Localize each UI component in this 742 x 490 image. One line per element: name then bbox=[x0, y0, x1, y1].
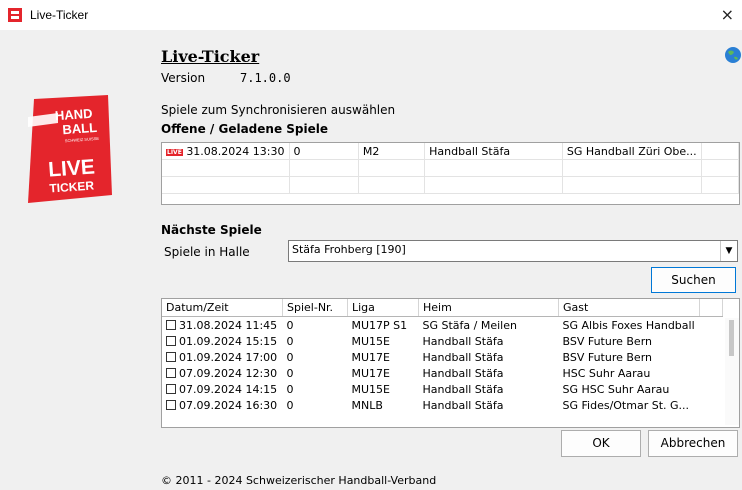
column-header[interactable]: Liga bbox=[347, 299, 419, 317]
chevron-down-icon[interactable]: ▼ bbox=[720, 241, 737, 261]
globe-icon[interactable] bbox=[724, 46, 742, 64]
logo-ball-text: BALL bbox=[62, 120, 98, 137]
version-label: Version bbox=[161, 71, 206, 85]
copyright-text: © 2011 - 2024 Schweizerischer Handball-V… bbox=[161, 474, 437, 487]
games-table[interactable]: Datum/Zeit Spiel-Nr. Liga Heim Gast 31.0… bbox=[161, 298, 740, 428]
scrollbar-thumb[interactable] bbox=[729, 320, 734, 356]
window-title: Live-Ticker bbox=[30, 8, 89, 22]
row-checkbox[interactable] bbox=[166, 383, 176, 394]
table-row[interactable]: 07.09.2024 12:30 0 MU17E Handball Stäfa … bbox=[162, 365, 723, 381]
row-checkbox[interactable] bbox=[166, 319, 176, 330]
table-row[interactable]: 07.09.2024 16:30 0 MNLB Handball Stäfa S… bbox=[162, 397, 723, 413]
hall-select[interactable]: Stäfa Frohberg [190] ▼ bbox=[288, 240, 738, 262]
table-row[interactable]: 01.09.2024 17:00 0 MU17E Handball Stäfa … bbox=[162, 349, 723, 365]
open-game-row[interactable]: LIVE 31.08.2024 13:30 0 M2 Handball Stäf… bbox=[162, 143, 739, 160]
sync-prompt: Spiele zum Synchronisieren auswählen bbox=[161, 103, 396, 117]
table-header: Datum/Zeit Spiel-Nr. Liga Heim Gast bbox=[162, 299, 723, 317]
live-badge-icon: LIVE bbox=[166, 148, 183, 156]
table-row[interactable]: 07.09.2024 14:15 0 MU15E Handball Stäfa … bbox=[162, 381, 723, 397]
hall-label: Spiele in Halle bbox=[164, 245, 250, 259]
open-game-datetime: 31.08.2024 13:30 bbox=[186, 144, 285, 158]
close-icon[interactable]: × bbox=[721, 5, 734, 24]
title-bar: Live-Ticker × bbox=[0, 0, 742, 30]
table-scrollbar[interactable] bbox=[725, 318, 739, 425]
open-games-heading: Offene / Geladene Spiele bbox=[161, 122, 329, 136]
cancel-button[interactable]: Abbrechen bbox=[648, 430, 738, 457]
column-header[interactable]: Datum/Zeit bbox=[162, 299, 283, 317]
table-row[interactable]: 01.09.2024 15:15 0 MU15E Handball Stäfa … bbox=[162, 333, 723, 349]
row-checkbox[interactable] bbox=[166, 335, 176, 346]
ok-button[interactable]: OK bbox=[561, 430, 641, 457]
open-game-liga: M2 bbox=[358, 143, 426, 160]
handball-live-ticker-logo: HAND BALL SCHWEIZ SUISSE LIVE TICKER bbox=[28, 95, 112, 203]
column-header[interactable]: Spiel-Nr. bbox=[282, 299, 348, 317]
app-heading-link[interactable]: Live-Ticker bbox=[161, 47, 259, 66]
search-button[interactable]: Suchen bbox=[651, 267, 736, 293]
open-game-heim: Handball Stäfa bbox=[424, 143, 563, 160]
app-icon bbox=[8, 8, 22, 22]
hall-select-value: Stäfa Frohberg [190] bbox=[292, 243, 406, 256]
logo-live-text: LIVE bbox=[47, 155, 95, 181]
next-games-heading: Nächste Spiele bbox=[161, 223, 262, 237]
row-checkbox[interactable] bbox=[166, 399, 176, 410]
row-checkbox[interactable] bbox=[166, 351, 176, 362]
row-checkbox[interactable] bbox=[166, 367, 176, 378]
table-row[interactable]: 31.08.2024 11:45 0 MU17P S1 SG Stäfa / M… bbox=[162, 317, 723, 334]
open-game-gast: SG Handball Züri Obe... bbox=[562, 143, 702, 160]
column-header[interactable]: Heim bbox=[418, 299, 559, 317]
open-games-grid[interactable]: LIVE 31.08.2024 13:30 0 M2 Handball Stäf… bbox=[161, 142, 740, 205]
column-header[interactable]: Gast bbox=[558, 299, 700, 317]
version-value: 7.1.0.0 bbox=[240, 71, 291, 85]
open-game-nr: 0 bbox=[289, 143, 359, 160]
